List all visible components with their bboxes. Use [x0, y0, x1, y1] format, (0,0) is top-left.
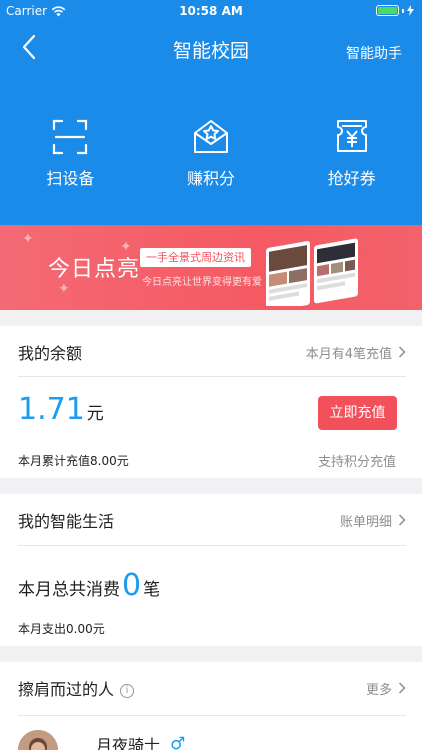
- chevron-right-icon: [398, 346, 406, 358]
- points-recharge-link[interactable]: 支持积分充值: [318, 451, 396, 470]
- more-link[interactable]: 更多: [366, 679, 406, 698]
- smart-life-header: 我的智能生活 账单明细: [18, 510, 406, 531]
- monthly-spend: 本月支出0.00元: [18, 622, 105, 636]
- banner-tag: 一手全景式周边资讯: [140, 248, 251, 267]
- monthly-recharge-total: 本月累计充值8.00元: [18, 454, 129, 468]
- user-name: 月夜骑士: [96, 736, 161, 750]
- passers-by-header: 擦肩而过的人 i 更多: [18, 676, 406, 700]
- earn-points-label: 赚积分: [187, 169, 236, 188]
- bill-details-link[interactable]: 账单明细: [340, 511, 406, 530]
- balance-unit: 元: [86, 404, 104, 424]
- balance-header: 我的余额 本月有4笔充值: [18, 342, 406, 363]
- smart-life-title: 我的智能生活: [18, 512, 115, 531]
- male-icon: ♂: [170, 734, 186, 750]
- scan-icon: [53, 119, 88, 155]
- consume-prefix: 本月总共消费: [18, 580, 120, 600]
- user-name-row: 月夜骑士 ♂: [96, 732, 185, 750]
- recharge-records-label: 本月有4笔充值: [305, 346, 392, 362]
- status-time: 10:58 AM: [179, 4, 243, 18]
- sparkle-icon: ✦: [22, 231, 34, 247]
- divider: [18, 545, 406, 546]
- sparkle-icon: ✦: [58, 281, 70, 297]
- info-icon[interactable]: i: [120, 683, 135, 698]
- passers-by-title: 擦肩而过的人: [18, 680, 115, 699]
- earn-points-button[interactable]: 赚积分: [141, 117, 282, 189]
- banner-subtitle: 今日点亮让世界变得更有爱: [142, 277, 262, 288]
- status-bar: Carrier 10:58 AM: [0, 0, 422, 22]
- header: 智能校园 智能助手 扫设备 赚积分 抢好券: [0, 22, 422, 225]
- balance-value: 1.71: [18, 392, 85, 427]
- balance-title: 我的余额: [18, 344, 83, 363]
- promo-banner[interactable]: ✦ ✦ ✦ 今日点亮 一手全景式周边资讯 今日点亮让世界变得更有爱: [0, 225, 422, 310]
- battery-icon: [376, 5, 414, 16]
- avatar[interactable]: [18, 730, 58, 750]
- scan-device-button[interactable]: 扫设备: [0, 117, 141, 189]
- balance-card: 我的余额 本月有4笔充值 1.71 元 立即充值 本月累计充值8.00元 支持积分…: [0, 326, 422, 478]
- chevron-right-icon: [398, 514, 406, 526]
- phone-screenshots-image: [266, 238, 358, 306]
- smart-assistant-button[interactable]: 智能助手: [346, 43, 402, 63]
- banner-title: 今日点亮: [48, 257, 141, 282]
- scan-device-label: 扫设备: [46, 169, 95, 188]
- divider: [18, 715, 406, 716]
- recharge-records-link[interactable]: 本月有4笔充值: [306, 343, 406, 362]
- coupon-icon: [336, 120, 367, 152]
- more-label: 更多: [365, 682, 392, 698]
- balance-amount: 1.71 元: [18, 392, 104, 427]
- passers-by-card: 擦肩而过的人 i 更多 月夜骑士 ♂: [0, 662, 422, 750]
- grab-coupon-button[interactable]: 抢好券: [281, 117, 422, 189]
- monthly-consume-count: 本月总共消费 0 笔: [18, 568, 160, 603]
- quick-actions: 扫设备 赚积分 抢好券: [0, 117, 422, 189]
- points-star-icon: [194, 120, 228, 153]
- consume-number: 0: [122, 568, 142, 603]
- grab-coupon-label: 抢好券: [327, 169, 376, 188]
- recharge-button[interactable]: 立即充值: [318, 396, 397, 430]
- divider: [18, 376, 406, 377]
- smart-life-card: 我的智能生活 账单明细 本月总共消费 0 笔 本月支出0.00元: [0, 494, 422, 646]
- chevron-right-icon: [398, 682, 406, 694]
- bill-details-label: 账单明细: [339, 514, 392, 530]
- consume-suffix: 笔: [143, 580, 161, 600]
- user-photo-image: [18, 730, 58, 750]
- passers-by-title-group: 擦肩而过的人 i: [18, 676, 135, 700]
- charging-bolt-icon: [407, 5, 414, 16]
